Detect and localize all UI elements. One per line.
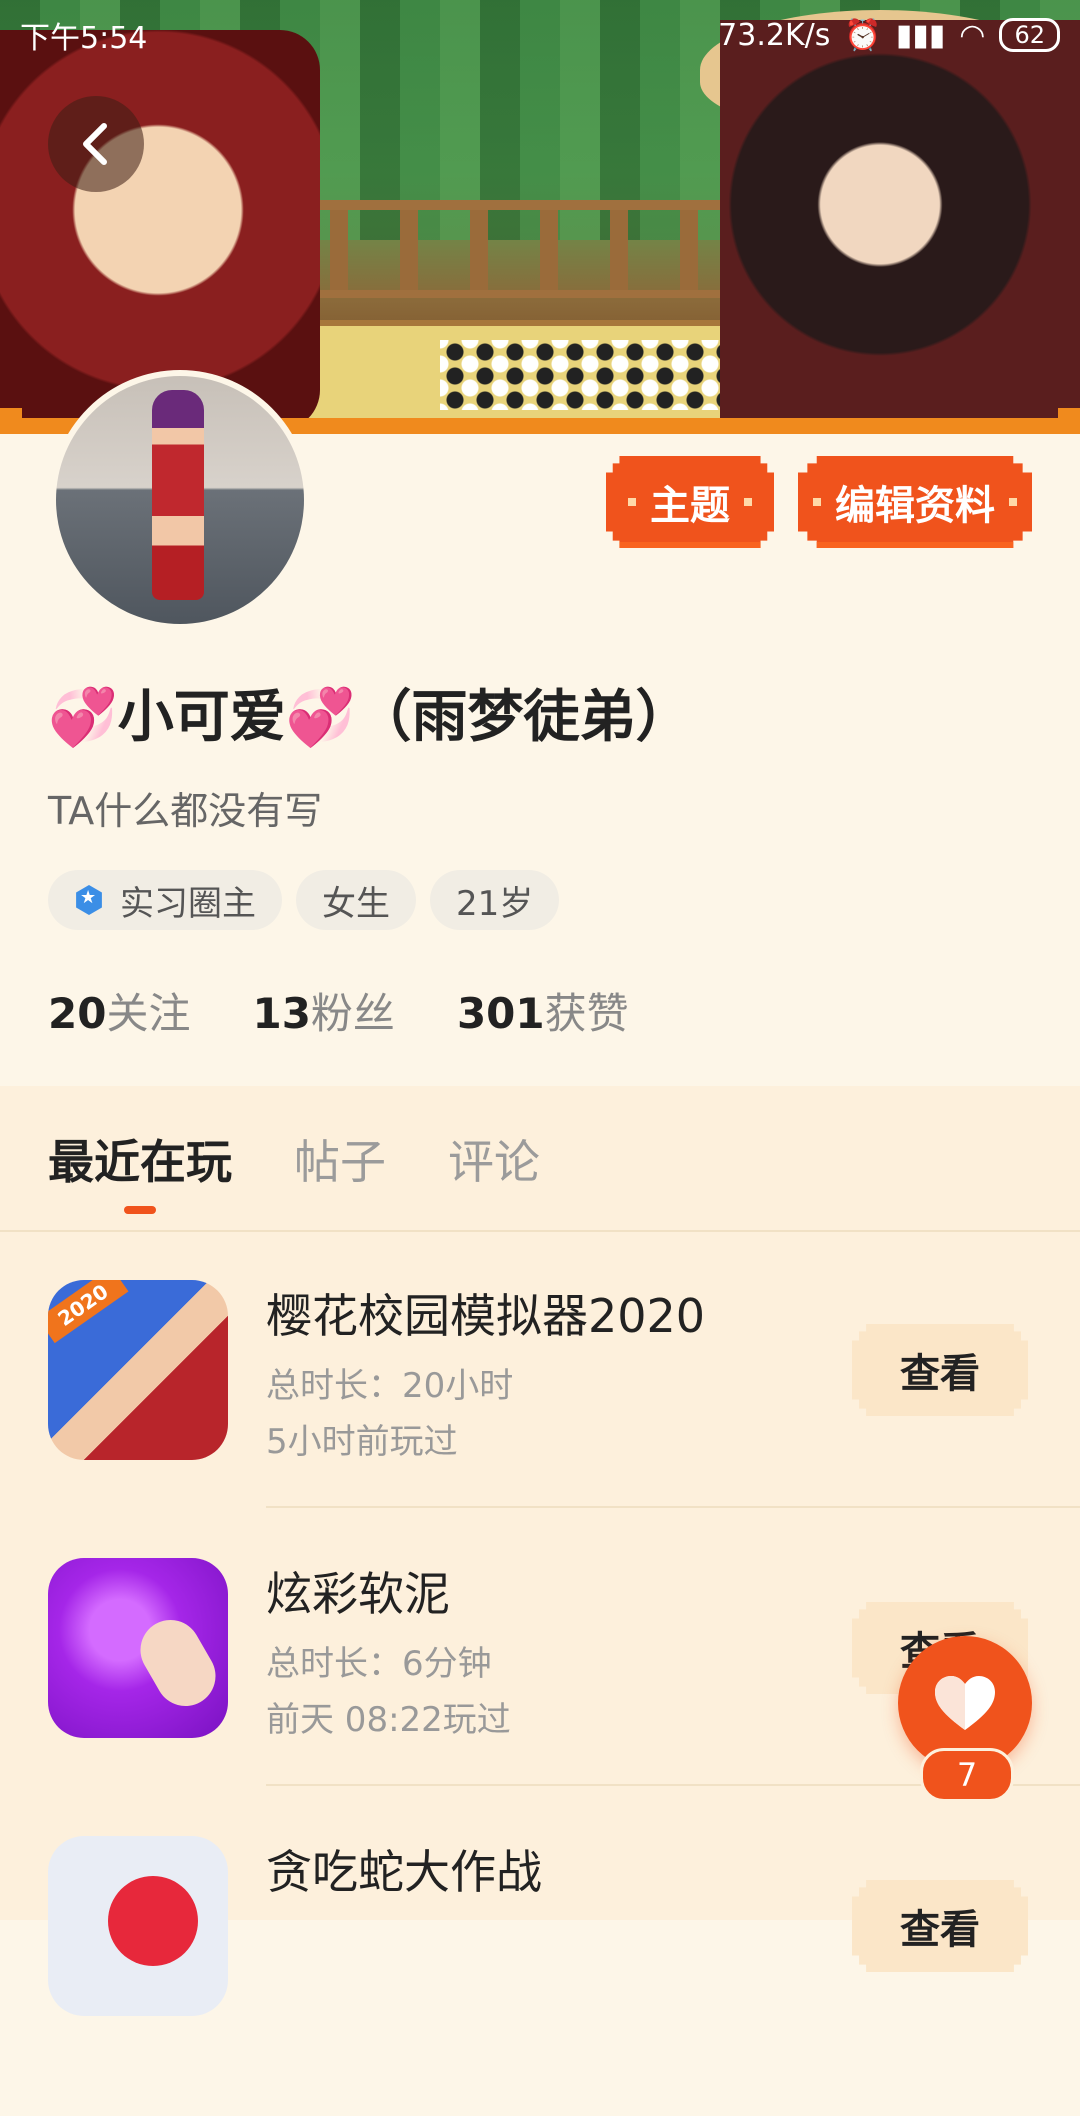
network-speed: 73.2K/s [718,17,831,53]
avatar[interactable] [50,370,310,630]
profile-tags: 实习圈主 女生 21岁 [48,870,560,930]
wifi-icon: ◠ [959,17,986,53]
banner-go-stones [440,340,720,410]
tab-divider [0,1230,1080,1232]
stat-likes-count: 301 [456,989,545,1038]
chevron-left-icon [83,123,107,165]
theme-button[interactable]: 主题 [606,456,774,548]
pixel-dot-icon [744,498,752,506]
stat-likes-label: 获赞 [544,989,629,1038]
profile-nickname: 💞小可爱💞（雨梦徒弟） [48,685,692,750]
theme-button-label: 主题 [650,483,730,529]
game-last-played: 5小时前玩过 [266,1422,458,1462]
tag-role-label: 实习圈主 [120,883,256,924]
game-icon [48,1558,228,1738]
tab-recently-played[interactable]: 最近在玩 [48,1126,232,1214]
profile-stats: 20关注 13粉丝 301获赞 [48,980,629,1041]
signal-icon: ▮▮▮ [895,17,946,53]
game-title: 贪吃蛇大作战 [266,1845,542,1899]
game-duration: 总时长：6分钟 [266,1644,492,1684]
tag-age: 21岁 [430,870,560,930]
stat-likes[interactable]: 301获赞 [457,980,629,1041]
view-button[interactable]: 查看 [852,1324,1028,1416]
tag-gender-label: 女生 [322,883,390,924]
list-item[interactable]: 贪吃蛇大作战 查看 [0,1836,1080,2116]
profile-bio: TA什么都没有写 [48,789,323,833]
tab-posts[interactable]: 帖子 [294,1126,386,1192]
status-bar: 下午5:54 73.2K/s ⏰ ▮▮▮ ◠ 62 [0,0,1080,70]
banner-character-left [0,30,320,430]
game-duration: 总时长：20小时 [266,1366,514,1406]
game-last-played: 前天 08:22玩过 [266,1700,511,1740]
list-divider [266,1506,1080,1508]
stat-followers-label: 粉丝 [310,989,395,1038]
stat-followers-count: 13 [252,989,311,1038]
content-section: 最近在玩 帖子 评论 2020 樱花校园模拟器2020 总时长：20小时 5小时… [0,1086,1080,2016]
game-icon [48,1836,228,2016]
game-title: 樱花校园模拟器2020 [266,1289,706,1343]
back-button[interactable] [48,96,144,192]
status-time: 下午5:54 [20,21,148,56]
like-count-badge: 7 [920,1748,1014,1802]
game-icon-badge: 2020 [48,1280,129,1344]
heart-icon [935,1676,995,1730]
stat-following[interactable]: 20关注 [48,980,190,1041]
tag-age-label: 21岁 [456,883,534,924]
game-title: 炫彩软泥 [266,1567,450,1621]
pixel-dot-icon [1009,498,1017,506]
tag-role[interactable]: 实习圈主 [48,870,282,930]
badge-icon [76,885,102,915]
tag-gender: 女生 [296,870,416,930]
pixel-dot-icon [813,498,821,506]
profile-tabs: 最近在玩 帖子 评论 [48,1126,540,1214]
tab-comments[interactable]: 评论 [448,1126,540,1192]
stat-following-label: 关注 [106,989,191,1038]
game-icon: 2020 [48,1280,228,1460]
stat-followers[interactable]: 13粉丝 [252,980,394,1041]
view-button[interactable]: 查看 [852,1880,1028,1972]
edit-profile-button[interactable]: 编辑资料 [798,456,1032,548]
battery-icon: 62 [999,18,1060,52]
avatar-figure [152,390,204,600]
status-icons: 73.2K/s ⏰ ▮▮▮ ◠ 62 [718,18,1060,53]
edit-profile-button-label: 编辑资料 [835,483,995,529]
alarm-icon: ⏰ [844,17,882,53]
banner-character-right [720,20,1080,430]
stat-following-count: 20 [48,989,107,1038]
avatar-image [56,376,304,624]
pixel-dot-icon [628,498,636,506]
list-item[interactable]: 2020 樱花校园模拟器2020 总时长：20小时 5小时前玩过 查看 [0,1280,1080,1560]
